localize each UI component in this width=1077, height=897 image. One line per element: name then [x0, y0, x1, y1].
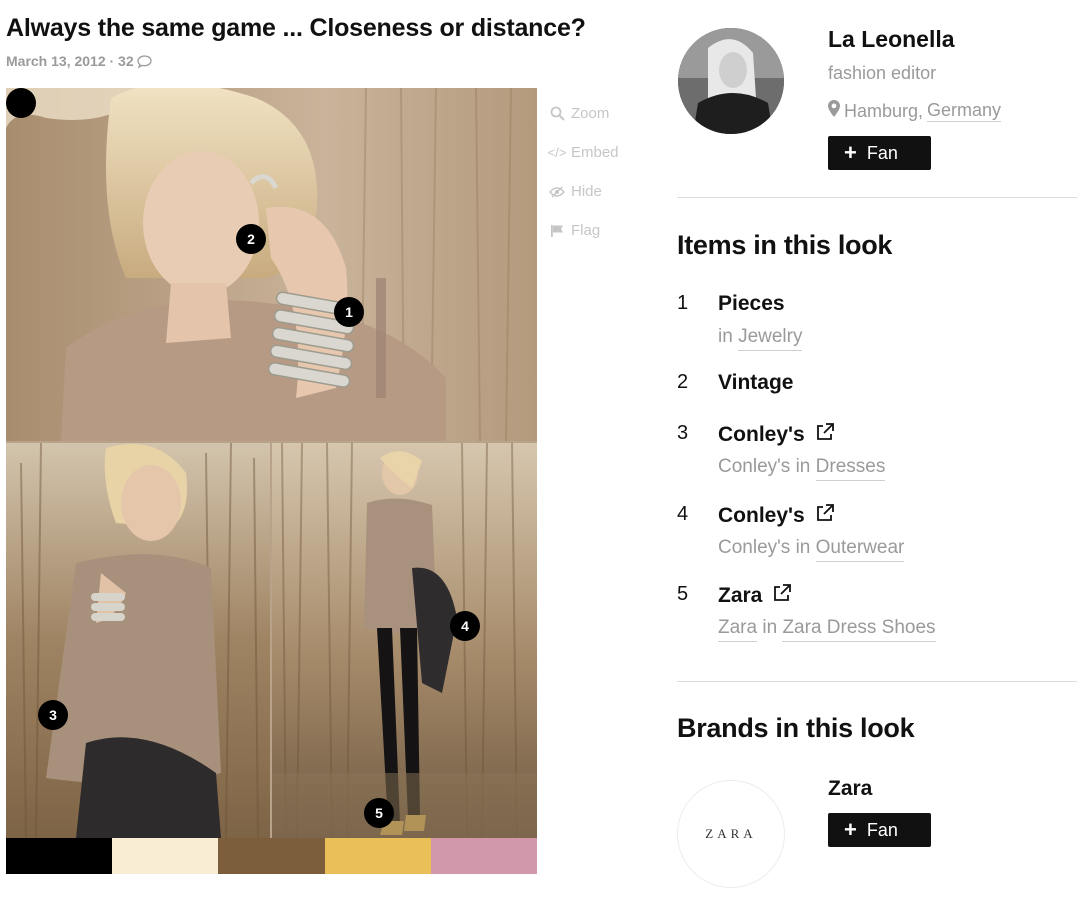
zoom-icon [548, 106, 566, 121]
color-swatch[interactable] [218, 838, 325, 874]
item-marker-1[interactable]: 1 [334, 297, 364, 327]
hide-label: Hide [571, 183, 602, 200]
item-subline: Conley's in Dresses [718, 456, 886, 481]
item-category-link[interactable]: Zara Dress Shoes [782, 617, 936, 642]
fan-profile-button[interactable]: + Fan [828, 136, 931, 170]
item-number: 1 [677, 292, 689, 314]
item-brand-link[interactable]: Conley's [718, 537, 790, 558]
item-subline: Conley's in Outerwear [718, 537, 905, 562]
item-name[interactable]: Vintage [718, 371, 793, 395]
color-swatch[interactable] [112, 838, 219, 874]
item-category-link[interactable]: Dresses [815, 456, 886, 481]
embed-label: Embed [571, 144, 619, 161]
item-number: 3 [677, 422, 689, 444]
embed-action[interactable]: </> Embed [548, 133, 619, 172]
hide-action[interactable]: Hide [548, 172, 619, 211]
item-marker-2[interactable]: 2 [236, 224, 266, 254]
brand-logo[interactable]: ZARA [677, 780, 785, 888]
item-category-link[interactable]: Outerwear [815, 537, 905, 562]
photo-actions: Zoom </> Embed Hide Flag [548, 94, 619, 250]
speech-bubble-icon[interactable] [136, 54, 152, 68]
divider [677, 197, 1077, 198]
photo-closeup [6, 88, 537, 441]
color-palette [6, 838, 538, 874]
flag-action[interactable]: Flag [548, 211, 619, 250]
fan-brand-button[interactable]: + Fan [828, 813, 931, 847]
embed-icon: </> [547, 145, 567, 160]
item-marker-3[interactable]: 3 [38, 700, 68, 730]
plus-icon: + [844, 817, 857, 842]
post-date: March 13, 2012 · 32 [6, 53, 134, 69]
brands-section-title: Brands in this look [677, 713, 915, 743]
fan-button-label: Fan [866, 819, 898, 840]
item-subline: in Jewelry [718, 326, 803, 351]
plus-icon: + [844, 140, 857, 165]
item-name[interactable]: Zara [718, 583, 792, 609]
item-name[interactable]: Conley's [718, 503, 835, 529]
item-marker-5[interactable]: 5 [364, 798, 394, 828]
color-swatch[interactable] [324, 838, 431, 874]
profile-location: Hamburg, Germany [828, 100, 1002, 122]
item-brand-link[interactable]: Conley's [718, 456, 790, 480]
profile-avatar[interactable] [678, 28, 784, 134]
flag-icon [548, 224, 566, 238]
item-name[interactable]: Conley's [718, 422, 835, 448]
location-city: Hamburg, [844, 100, 924, 121]
item-category-link[interactable]: Jewelry [738, 326, 803, 351]
profile-name[interactable]: La Leonella [828, 26, 955, 53]
zoom-label: Zoom [571, 105, 610, 122]
divider [677, 681, 1077, 682]
external-link-icon[interactable] [815, 503, 835, 529]
photo-standing-left [6, 443, 270, 838]
items-section-title: Items in this look [677, 230, 893, 260]
item-number: 5 [677, 583, 689, 605]
brand-name[interactable]: Zara [828, 777, 872, 801]
item-number: 2 [677, 371, 689, 393]
post-meta: March 13, 2012 · 32 [6, 53, 152, 69]
profile-role: fashion editor [828, 63, 937, 83]
item-number: 4 [677, 503, 689, 525]
item-brand-link[interactable]: Zara [718, 617, 758, 642]
external-link-icon[interactable] [772, 583, 792, 609]
post-title: Always the same game ... Closeness or di… [6, 14, 586, 42]
fan-button-label: Fan [866, 142, 898, 163]
item-subline: Zara in Zara Dress Shoes [718, 617, 936, 642]
map-pin-icon [828, 100, 840, 122]
external-link-icon[interactable] [815, 422, 835, 448]
corner-badge [6, 88, 36, 118]
color-swatch[interactable] [6, 838, 113, 874]
location-country-link[interactable]: Germany [927, 100, 1002, 122]
item-name[interactable]: Pieces [718, 292, 785, 316]
eye-slash-icon [548, 185, 566, 198]
look-photo[interactable] [6, 88, 537, 838]
flag-label: Flag [571, 222, 601, 239]
photo-standing-right [272, 443, 537, 838]
color-swatch[interactable] [430, 838, 538, 874]
item-marker-4[interactable]: 4 [450, 611, 480, 641]
zoom-action[interactable]: Zoom [548, 94, 619, 133]
